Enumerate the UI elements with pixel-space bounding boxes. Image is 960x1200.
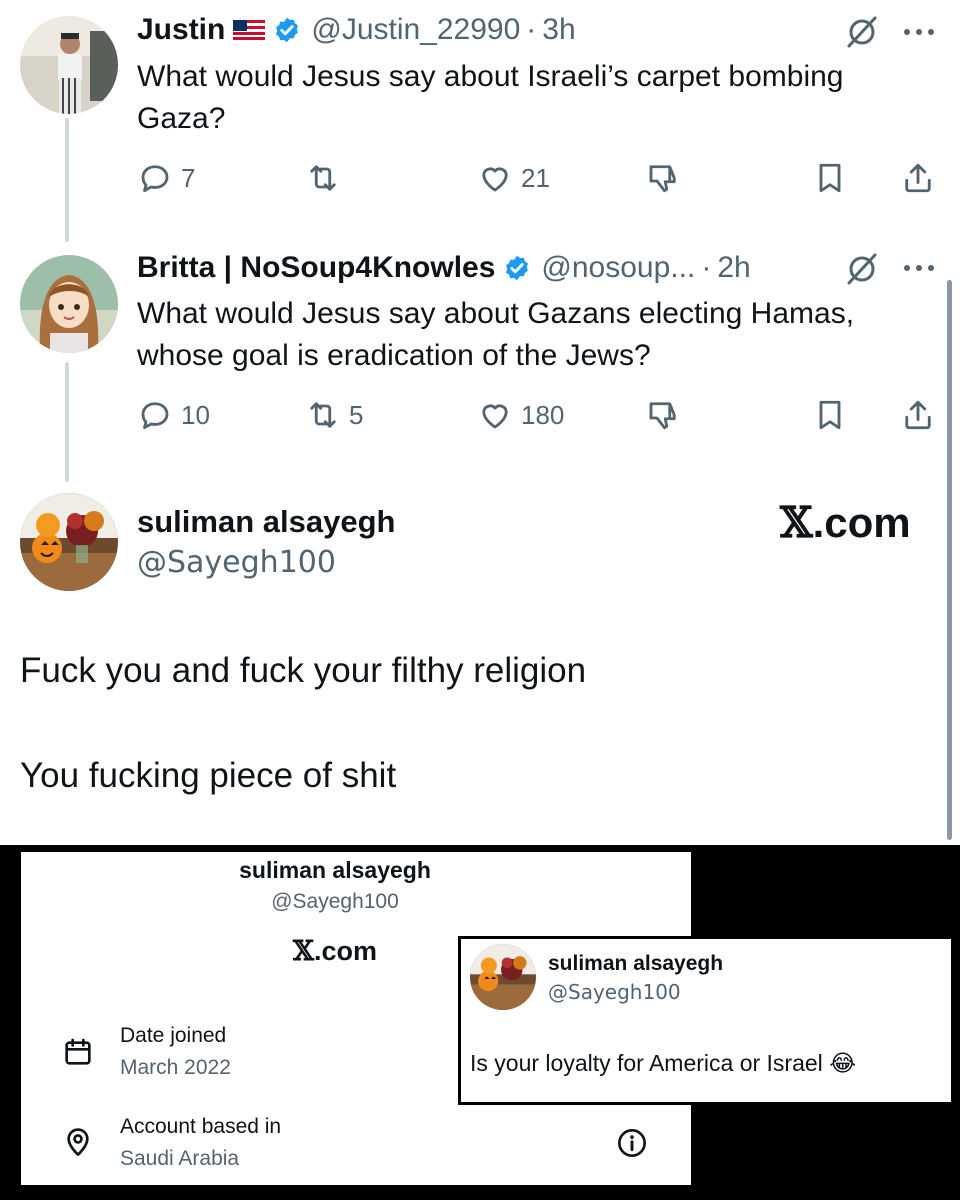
profile-name: suliman alsayegh [239,857,431,883]
date-joined-label: Date joined [120,1024,227,1047]
x-logo-suffix: .com [313,936,377,966]
reply-count: 10 [181,399,210,430]
separator-dot: · [526,13,537,46]
reply-icon [141,165,169,193]
user-handle[interactable]: @Justin_22990 [311,12,520,48]
tweet-text: What would Jesus say about Gazans electi… [137,297,855,372]
share-button[interactable] [900,397,936,433]
thumbs-down-icon [649,402,676,430]
user-handle[interactable]: @Sayegh100 [137,545,336,580]
like-count: 180 [521,399,565,430]
laughing-emoji-icon: 😂 [829,1050,857,1076]
reply-icon [141,402,169,430]
timestamp[interactable]: 2h [717,250,750,286]
account-based-label: Account based in [120,1115,282,1138]
dislike-button[interactable] [645,160,681,196]
tweet-header: Britta | NoSoup4Knowles @nosoup... · 2h [137,250,751,286]
verified-badge-icon[interactable] [273,16,301,44]
share-button[interactable] [900,160,936,196]
tweet-body-line: Fuck you and fuck your filthy religion [20,651,587,690]
reply-button[interactable]: 10 [137,397,210,433]
x-logo-letter: 𝕏 [293,936,314,967]
date-joined-value: March 2022 [120,1056,231,1079]
bookmark-button[interactable] [812,397,848,433]
profile-handle: @Sayegh100 [271,890,399,913]
timestamp[interactable]: 3h [542,12,575,48]
thread-connector-line [65,118,69,242]
us-flag-icon [233,20,266,40]
tweet-text-content: Is your loyalty for America or Israel [470,1050,823,1076]
like-button[interactable]: 21 [477,160,550,196]
thread-connector-line [65,362,69,482]
grok-icon[interactable] [845,15,879,49]
heart-icon [482,404,508,429]
grok-icon[interactable] [845,252,879,286]
repost-icon [310,165,336,191]
share-icon [905,400,931,430]
tweet-text: What would Jesus say about Israeli’s car… [137,60,844,135]
tweet-header: Justin @Justin_22990 · 3h [137,12,576,48]
x-logo-suffix: .com [812,499,911,546]
reply-count: 7 [181,162,196,193]
tweet-body-line: You fucking piece of shit [20,756,397,795]
avatar[interactable] [20,16,118,114]
bookmark-button[interactable] [812,160,848,196]
calendar-icon [65,1038,91,1065]
info-icon[interactable] [616,1127,648,1159]
reply-button[interactable]: 7 [137,160,195,196]
avatar[interactable] [20,255,118,353]
avatar[interactable] [20,493,118,591]
bookmark-icon [819,163,841,193]
repost-button[interactable]: 5 [305,397,363,433]
display-name[interactable]: suliman alsayegh [548,952,723,976]
display-name[interactable]: Justin [137,12,225,48]
thumbs-down-icon [649,165,676,193]
like-count: 21 [521,162,550,193]
account-based-value: Saudi Arabia [120,1147,240,1170]
x-com-logo: 𝕏.com [780,498,911,547]
repost-icon [310,402,336,428]
heart-icon [482,167,508,192]
user-handle[interactable]: @nosoup... [541,250,695,286]
x-logo-letter: 𝕏 [780,498,813,547]
display-name[interactable]: Britta | NoSoup4Knowles [137,250,495,286]
verified-badge-icon[interactable] [503,254,531,282]
bookmark-icon [819,400,841,430]
scrollbar[interactable] [947,280,952,840]
location-pin-icon [67,1128,89,1156]
user-handle[interactable]: @Sayegh100 [548,980,681,1004]
separator-dot: · [701,251,712,284]
more-icon[interactable] [902,263,936,273]
repost-count: 5 [349,399,364,430]
more-icon[interactable] [902,27,936,37]
dislike-button[interactable] [645,397,681,433]
like-button[interactable]: 180 [477,397,564,433]
tweet-text: Is your loyalty for America or Israel 😂 [470,1050,856,1077]
display-name[interactable]: suliman alsayegh [137,504,395,540]
repost-button[interactable] [305,160,349,196]
avatar[interactable] [470,944,536,1010]
share-icon [905,163,931,193]
